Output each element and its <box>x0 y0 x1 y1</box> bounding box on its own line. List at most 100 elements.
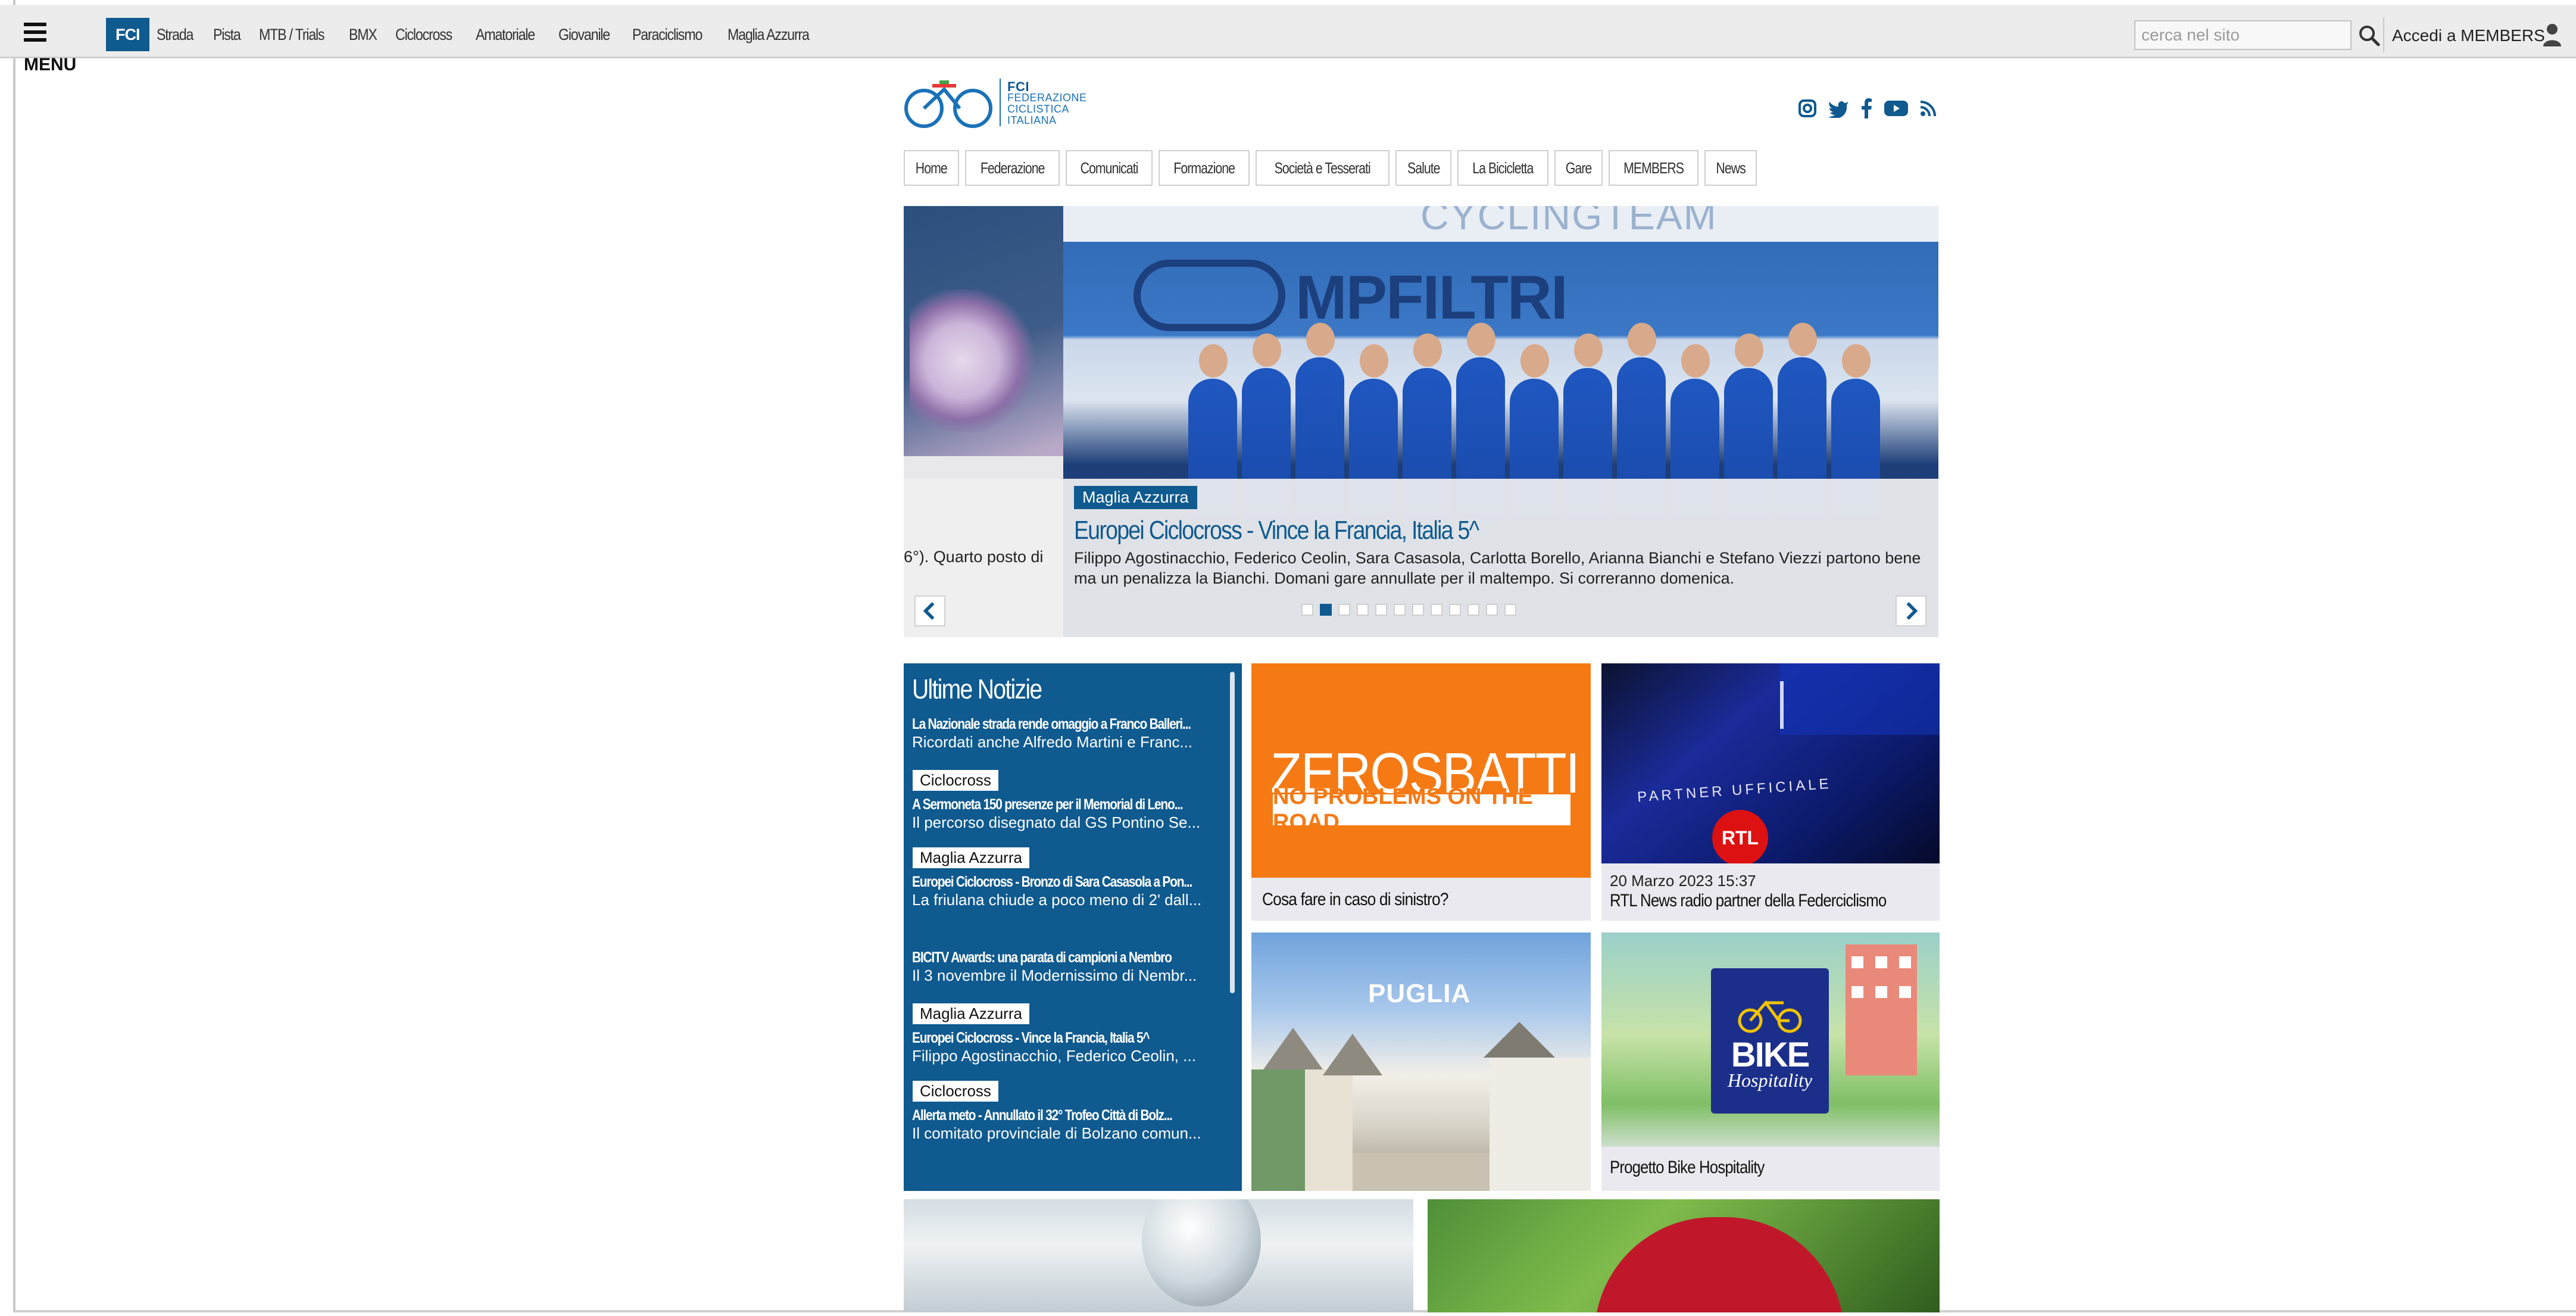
news-scrollbar[interactable] <box>1230 672 1235 993</box>
news-headline[interactable]: Europei Ciclocross - Vince la Francia, I… <box>912 1030 1172 1047</box>
mainnav-item-comunicati[interactable]: Comunicati <box>1065 150 1153 186</box>
topnav-item-ciclocross[interactable]: Ciclocross <box>395 26 452 44</box>
logo-text: FCI FEDERAZIONE CICLISTICA ITALIANA <box>1007 79 1087 126</box>
news-item[interactable]: Maglia Azzurra Europei Ciclocross - Bronz… <box>912 847 1222 909</box>
news-headline[interactable]: BICITV Awards: una parata di campioni a … <box>912 949 1172 966</box>
rtl-light-graphic <box>1780 663 1940 735</box>
zerosbatti-caption[interactable]: Cosa fare in caso di sinistro? <box>1251 878 1591 921</box>
rss-icon[interactable] <box>1919 99 1937 117</box>
news-summary: Il 3 novembre il Modernissimo di Nembr..… <box>912 966 1197 984</box>
slider-dot[interactable] <box>1412 604 1424 616</box>
rtl-logo-icon: RTL <box>1712 810 1768 863</box>
previous-slide-text: 6°). Quarto posto di <box>904 548 1044 566</box>
latest-news-title: Ultime Notizie <box>912 673 1042 704</box>
news-summary: Ricordati anche Alfredo Martini e Franc.… <box>912 733 1193 751</box>
facebook-icon[interactable] <box>1860 98 1873 118</box>
slider-dot[interactable] <box>1449 604 1461 616</box>
slider-dot[interactable] <box>1320 604 1332 616</box>
slider-prev-arrow-icon[interactable] <box>914 595 945 626</box>
search-input[interactable] <box>2135 21 2350 49</box>
slider-next-arrow-icon[interactable] <box>1896 595 1926 626</box>
mainnav-item-formazione[interactable]: Formazione <box>1158 150 1250 186</box>
mainnav-item-gare[interactable]: Gare <box>1554 150 1603 186</box>
mainnav-item-home[interactable]: Home <box>904 150 959 186</box>
news-item[interactable]: La Nazionale strada rende omaggio a Fran… <box>912 716 1222 751</box>
search-icon[interactable] <box>2356 23 2383 49</box>
mainnav-item-societ-e-tesserati[interactable]: Società e Tesserati <box>1256 150 1390 186</box>
mainnav-label: Formazione <box>1173 158 1235 177</box>
topnav-item-giovanile[interactable]: Giovanile <box>558 26 610 44</box>
news-tag[interactable]: Maglia Azzurra <box>912 847 1030 869</box>
slider-dot[interactable] <box>1375 604 1387 616</box>
main-nav: Home Federazione Comunicati Formazione Socie… <box>904 150 1757 186</box>
fci-home-badge[interactable]: FCI <box>106 18 149 51</box>
slider-dot[interactable] <box>1467 604 1479 616</box>
zerosbatti-banner[interactable]: ZEROSBATTI NO PROBLEMS ON THE ROAD <box>1251 663 1591 878</box>
bottom-left-banner[interactable] <box>904 1199 1413 1312</box>
mainnav-label: Gare <box>1565 158 1592 177</box>
members-login-link[interactable]: Accedi a MEMBERS <box>2392 26 2545 45</box>
slider-dot[interactable] <box>1338 604 1350 616</box>
topnav-item-bmx[interactable]: BMX <box>349 26 377 44</box>
news-item[interactable]: Ciclocross A Sermoneta 150 presenze per i… <box>912 769 1222 831</box>
mainnav-label: Società e Tesserati <box>1274 158 1371 177</box>
puglia-banner[interactable]: PUGLIA <box>1251 933 1591 1191</box>
trulli-graphic <box>1251 1022 1591 1191</box>
mainnav-item-federazione[interactable]: Federazione <box>964 150 1060 186</box>
slide-title[interactable]: Europei Ciclocross - Vince la Francia, I… <box>1074 516 1479 545</box>
puglia-label: PUGLIA <box>1368 979 1471 1008</box>
news-headline[interactable]: La Nazionale strada rende omaggio a Fran… <box>912 716 1191 733</box>
instagram-icon[interactable] <box>1798 99 1817 118</box>
mainnav-label: MEMBERS <box>1623 158 1684 177</box>
slider-dot[interactable] <box>1301 604 1313 616</box>
zerosbatti-band: NO PROBLEMS ON THE ROAD <box>1273 784 1570 835</box>
topnav-item-maglia-azzurra[interactable]: Maglia Azzurra <box>727 26 810 44</box>
rtl-caption[interactable]: 20 Marzo 2023 15:37 RTL News radio partn… <box>1601 863 1940 921</box>
top-bar: FCI Strada Pista MTB / Trials BMX Ciclocross… <box>0 5 2576 58</box>
hamburger-menu-icon[interactable] <box>24 23 46 44</box>
topnav-item-amatoriale[interactable]: Amatoriale <box>476 26 535 44</box>
mainnav-label: News <box>1716 158 1746 177</box>
menu-label[interactable]: MENU <box>24 55 76 75</box>
user-icon[interactable] <box>2542 23 2562 46</box>
news-headline[interactable]: Allerta meto - Annullato il 32° Trofeo C… <box>912 1107 1173 1124</box>
search-field[interactable] <box>2134 20 2352 50</box>
news-headline[interactable]: A Sermoneta 150 presenze per il Memorial… <box>912 796 1184 813</box>
mainnav-item-news[interactable]: News <box>1704 150 1757 186</box>
bike-hospitality-banner[interactable]: BIKE Hospitality <box>1601 933 1940 1161</box>
news-headline[interactable]: Europei Ciclocross - Bronzo di Sara Casa… <box>912 874 1192 891</box>
news-item[interactable]: Maglia Azzurra Europei Ciclocross - Vince… <box>912 1003 1222 1065</box>
news-item[interactable]: Ciclocross Allerta meto - Annullato il 32… <box>912 1080 1222 1142</box>
slide-text: Filippo Agostinacchio, Federico Ceolin, … <box>1074 549 1921 587</box>
rtl-banner[interactable]: PARTNER UFFICIALE RTL <box>1601 663 1940 863</box>
topnav-item-mtb-trials[interactable]: MTB / Trials <box>259 26 325 44</box>
news-tag[interactable]: Ciclocross <box>912 1080 999 1102</box>
news-tag[interactable]: Maglia Azzurra <box>912 1003 1030 1025</box>
slider-dot[interactable] <box>1357 604 1369 616</box>
slider-dot[interactable] <box>1504 604 1516 616</box>
mainnav-item-la-bicicletta[interactable]: La Bicicletta <box>1457 150 1548 186</box>
mainnav-item-members[interactable]: MEMBERS <box>1608 150 1698 186</box>
news-summary: Il percorso disegnato dal GS Pontino Se.… <box>912 813 1201 831</box>
youtube-icon[interactable] <box>1884 99 1909 118</box>
slider-dot[interactable] <box>1486 604 1498 616</box>
bike-hospitality-card: BIKE Hospitality <box>1711 968 1829 1114</box>
topnav-item-paraciclismo[interactable]: Paraciclismo <box>632 26 702 44</box>
mainnav-label: La Bicicletta <box>1472 158 1534 177</box>
news-summary: La friulana chiude a poco meno di 2' dal… <box>912 891 1202 909</box>
topnav-item-pista[interactable]: Pista <box>213 26 241 44</box>
bike-hospitality-caption[interactable]: Progetto Bike Hospitality <box>1601 1147 1940 1191</box>
bottom-right-banner[interactable] <box>1428 1199 1940 1312</box>
mainnav-item-salute[interactable]: Salute <box>1395 150 1452 186</box>
twitter-icon[interactable] <box>1828 99 1849 118</box>
bicycle-icon <box>1738 1000 1802 1033</box>
news-item[interactable]: BICITV Awards: una parata di campioni a … <box>912 949 1222 984</box>
news-tag[interactable]: Ciclocross <box>912 769 999 791</box>
rtl-title[interactable]: RTL News radio partner della Federciclis… <box>1610 891 1887 911</box>
slider-dot[interactable] <box>1394 604 1406 616</box>
rtl-date: 20 Marzo 2023 15:37 <box>1610 872 1756 890</box>
hero-slider[interactable]: CYCLINGTEAM MPFILTRI 6°). Quarto posto d… <box>904 206 1938 637</box>
slide-tag[interactable]: Maglia Azzurra <box>1074 486 1197 509</box>
slider-dot[interactable] <box>1431 604 1442 616</box>
topnav-item-strada[interactable]: Strada <box>157 26 193 44</box>
